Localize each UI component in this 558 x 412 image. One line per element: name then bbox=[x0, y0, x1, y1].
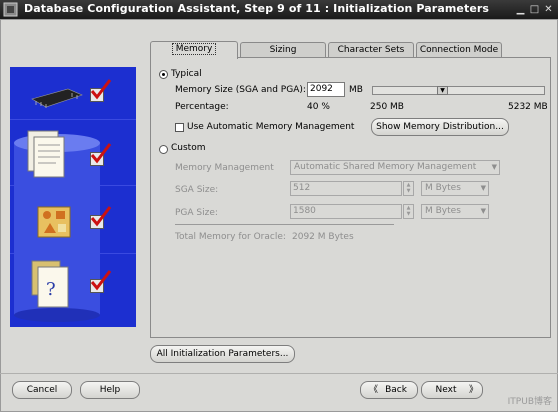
tab-character-sets[interactable]: Character Sets bbox=[328, 42, 414, 58]
slider-thumb[interactable]: ▼ bbox=[437, 86, 448, 95]
step-check-icon bbox=[90, 206, 112, 229]
total-memory-value: 2092 M Bytes bbox=[292, 232, 354, 242]
auto-mm-label: Use Automatic Memory Management bbox=[187, 122, 355, 132]
back-button[interactable]: 《 Back bbox=[360, 381, 418, 399]
memory-size-unit: MB bbox=[349, 85, 363, 95]
maximize-icon[interactable]: □ bbox=[528, 3, 541, 16]
slider-min-label: 250 MB bbox=[370, 102, 404, 112]
custom-radio[interactable] bbox=[159, 145, 168, 154]
total-memory-label: Total Memory for Oracle: bbox=[175, 232, 286, 242]
memory-management-label: Memory Management bbox=[175, 163, 274, 173]
tab-sizing[interactable]: Sizing bbox=[240, 42, 326, 58]
chevron-right-icon: 》 bbox=[468, 385, 478, 395]
typical-radio[interactable] bbox=[159, 70, 168, 79]
sga-size-input[interactable]: 512 bbox=[290, 181, 402, 196]
percentage-label: Percentage: bbox=[175, 102, 229, 112]
watermark-text: ITPUB博客 bbox=[507, 397, 552, 407]
illustration-panel: ? bbox=[10, 67, 136, 327]
help-button[interactable]: Help bbox=[80, 381, 140, 399]
sga-spinner[interactable]: ▲ ▼ bbox=[403, 181, 414, 196]
pga-spinner[interactable]: ▲ ▼ bbox=[403, 204, 414, 219]
show-memory-distribution-button[interactable]: Show Memory Distribution... bbox=[371, 118, 509, 136]
next-button[interactable]: Next 》 bbox=[421, 381, 483, 399]
tab-connection-mode[interactable]: Connection Mode bbox=[416, 42, 502, 58]
pga-size-label: PGA Size: bbox=[175, 208, 218, 218]
all-initialization-parameters-button[interactable]: All Initialization Parameters... bbox=[150, 345, 295, 363]
percentage-value: 40 % bbox=[307, 102, 330, 112]
sga-size-label: SGA Size: bbox=[175, 185, 219, 195]
custom-label: Custom bbox=[171, 143, 206, 153]
memory-size-label: Memory Size (SGA and PGA): bbox=[175, 85, 306, 95]
step-check-icon bbox=[90, 270, 112, 293]
memory-chip-icon bbox=[31, 88, 83, 108]
window-title: Database Configuration Assistant, Step 9… bbox=[24, 2, 490, 15]
pga-size-input[interactable]: 1580 bbox=[290, 204, 402, 219]
divider bbox=[175, 224, 394, 225]
sga-unit-select[interactable]: M Bytes ▼ bbox=[421, 181, 489, 196]
memory-size-input[interactable]: 2092 bbox=[307, 82, 345, 97]
chevron-left-icon: 《 bbox=[369, 385, 379, 395]
step-check-icon bbox=[90, 79, 112, 102]
app-icon bbox=[3, 2, 18, 17]
auto-mm-checkbox[interactable] bbox=[175, 123, 184, 132]
svg-text:?: ? bbox=[46, 279, 56, 300]
footer-divider bbox=[0, 373, 558, 374]
slider-max-label: 5232 MB bbox=[508, 102, 548, 112]
close-icon[interactable]: ✕ bbox=[542, 3, 555, 16]
memory-panel bbox=[150, 57, 551, 338]
cancel-button[interactable]: Cancel bbox=[12, 381, 72, 399]
memory-management-select[interactable]: Automatic Shared Memory Management ▼ bbox=[290, 160, 500, 175]
title-bar: Database Configuration Assistant, Step 9… bbox=[0, 0, 558, 19]
typical-label: Typical bbox=[171, 69, 202, 79]
pga-unit-select[interactable]: M Bytes ▼ bbox=[421, 204, 489, 219]
tab-memory[interactable]: Memory bbox=[150, 41, 238, 59]
step-check-icon bbox=[90, 143, 112, 166]
minimize-icon[interactable]: ▁ bbox=[514, 3, 527, 16]
memory-slider[interactable]: ▼ bbox=[372, 86, 545, 95]
